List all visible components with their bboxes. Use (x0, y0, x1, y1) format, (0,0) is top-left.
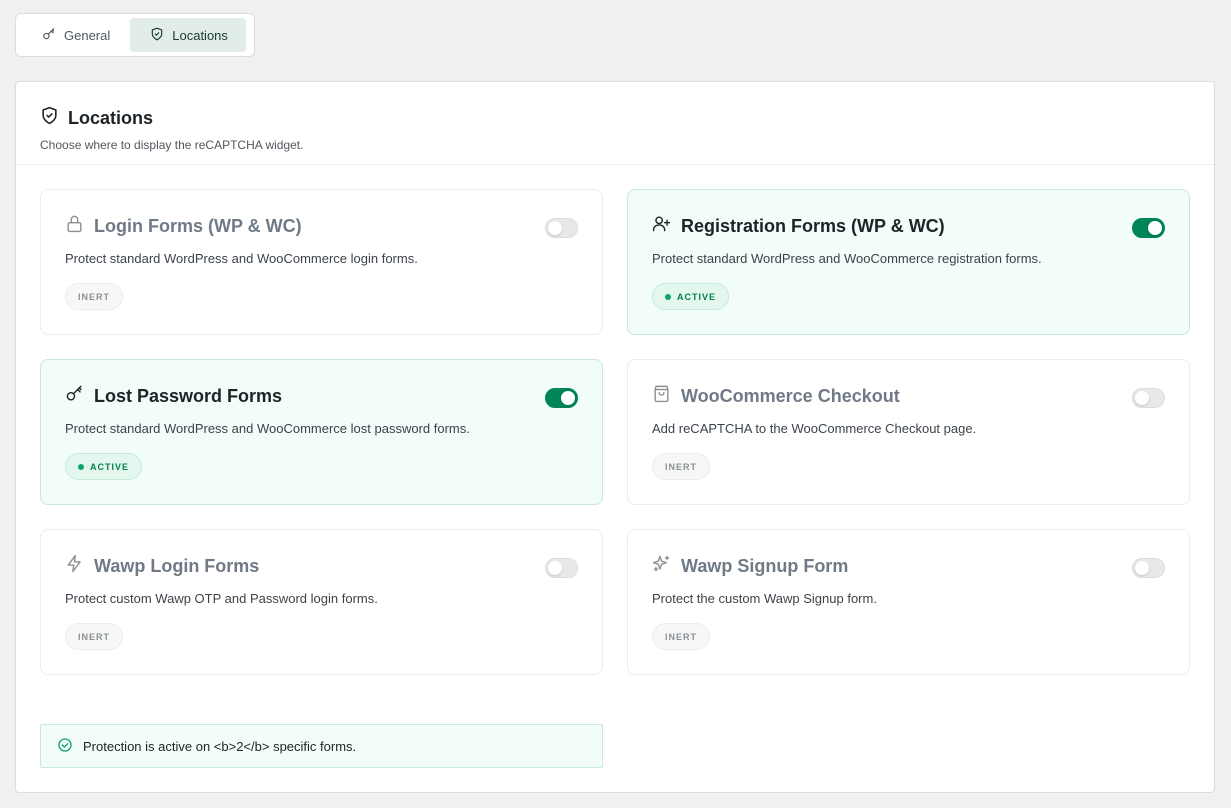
settings-tabs: General Locations (15, 13, 255, 57)
toggle-knob (548, 221, 562, 235)
lock-icon (65, 214, 84, 238)
woocommerce-checkout-toggle[interactable] (1132, 388, 1165, 408)
lost-password-forms-toggle[interactable] (545, 388, 578, 408)
sparkles-icon (652, 554, 671, 578)
user-plus-icon (652, 214, 671, 238)
badge-label: ACTIVE (677, 291, 717, 302)
badge-label: INERT (665, 461, 697, 472)
card-title: WooCommerce Checkout (681, 385, 900, 406)
status-badge: INERT (652, 453, 710, 480)
card-title-row: Wawp Login Forms (65, 554, 259, 578)
panel-header: Locations Choose where to display the re… (16, 82, 1214, 165)
page-subtitle: Choose where to display the reCAPTCHA wi… (40, 138, 304, 152)
card-title: Wawp Login Forms (94, 555, 260, 576)
status-badge: INERT (65, 283, 123, 310)
tab-label: General (64, 27, 111, 43)
status-badge: INERT (652, 623, 710, 650)
card-description: Protect standard WordPress and WooCommer… (65, 251, 418, 266)
location-card-wawp-signup-form: Wawp Signup Form Protect the custom Wawp… (627, 529, 1190, 675)
shield-check-icon (150, 27, 164, 44)
zap-icon (65, 554, 84, 578)
card-description: Protect custom Wawp OTP and Password log… (65, 591, 378, 606)
shield-check-icon (40, 106, 59, 130)
card-description: Protect standard WordPress and WooCommer… (65, 421, 470, 436)
tab-general[interactable]: General (20, 18, 126, 52)
key-icon (42, 27, 56, 44)
wawp-login-forms-toggle[interactable] (545, 558, 578, 578)
toggle-knob (1135, 561, 1149, 575)
shopping-bag-icon (652, 384, 671, 408)
location-card-woocommerce-checkout: WooCommerce Checkout Add reCAPTCHA to th… (627, 359, 1190, 505)
status-text: Protection is active on <b>2</b> specifi… (83, 738, 357, 754)
card-title-row: WooCommerce Checkout (652, 384, 900, 408)
card-title: Wawp Signup Form (681, 555, 849, 576)
status-badge: ACTIVE (652, 283, 730, 310)
card-title-row: Registration Forms (WP & WC) (652, 214, 945, 238)
status-dot-icon (665, 293, 671, 300)
toggle-knob (1135, 391, 1149, 405)
login-forms-toggle[interactable] (545, 218, 578, 238)
card-title-row: Lost Password Forms (65, 384, 282, 408)
badge-label: INERT (665, 631, 697, 642)
location-card-wawp-login-forms: Wawp Login Forms Protect custom Wawp OTP… (40, 529, 603, 675)
card-description: Protect standard WordPress and WooCommer… (652, 251, 1042, 266)
tab-label: Locations (172, 27, 228, 43)
status-badge: INERT (65, 623, 123, 650)
location-card-registration-forms: Registration Forms (WP & WC) Protect sta… (627, 189, 1190, 335)
badge-label: INERT (78, 631, 110, 642)
card-title: Login Forms (WP & WC) (94, 215, 302, 236)
toggle-knob (561, 391, 575, 405)
card-description: Add reCAPTCHA to the WooCommerce Checkou… (652, 421, 977, 436)
card-description: Protect the custom Wawp Signup form. (652, 591, 877, 606)
location-card-lost-password-forms: Lost Password Forms Protect standard Wor… (40, 359, 603, 505)
page-title: Locations (68, 107, 154, 128)
card-title-row: Login Forms (WP & WC) (65, 214, 302, 238)
protection-status-notice: Protection is active on <b>2</b> specifi… (40, 724, 603, 768)
toggle-knob (1148, 221, 1162, 235)
card-title-row: Wawp Signup Form (652, 554, 848, 578)
badge-label: INERT (78, 291, 110, 302)
tab-locations[interactable]: Locations (130, 18, 246, 52)
toggle-knob (548, 561, 562, 575)
locations-panel: Locations Choose where to display the re… (15, 81, 1215, 793)
badge-label: ACTIVE (90, 461, 130, 472)
status-badge: ACTIVE (65, 453, 143, 480)
card-title: Lost Password Forms (94, 385, 283, 406)
wawp-signup-form-toggle[interactable] (1132, 558, 1165, 578)
panel-title-row: Locations (40, 106, 1190, 130)
registration-forms-toggle[interactable] (1132, 218, 1165, 238)
check-circle-icon (57, 737, 73, 756)
key-icon (65, 384, 84, 408)
status-dot-icon (78, 463, 84, 470)
card-title: Registration Forms (WP & WC) (681, 215, 945, 236)
location-card-login-forms: Login Forms (WP & WC) Protect standard W… (40, 189, 603, 335)
